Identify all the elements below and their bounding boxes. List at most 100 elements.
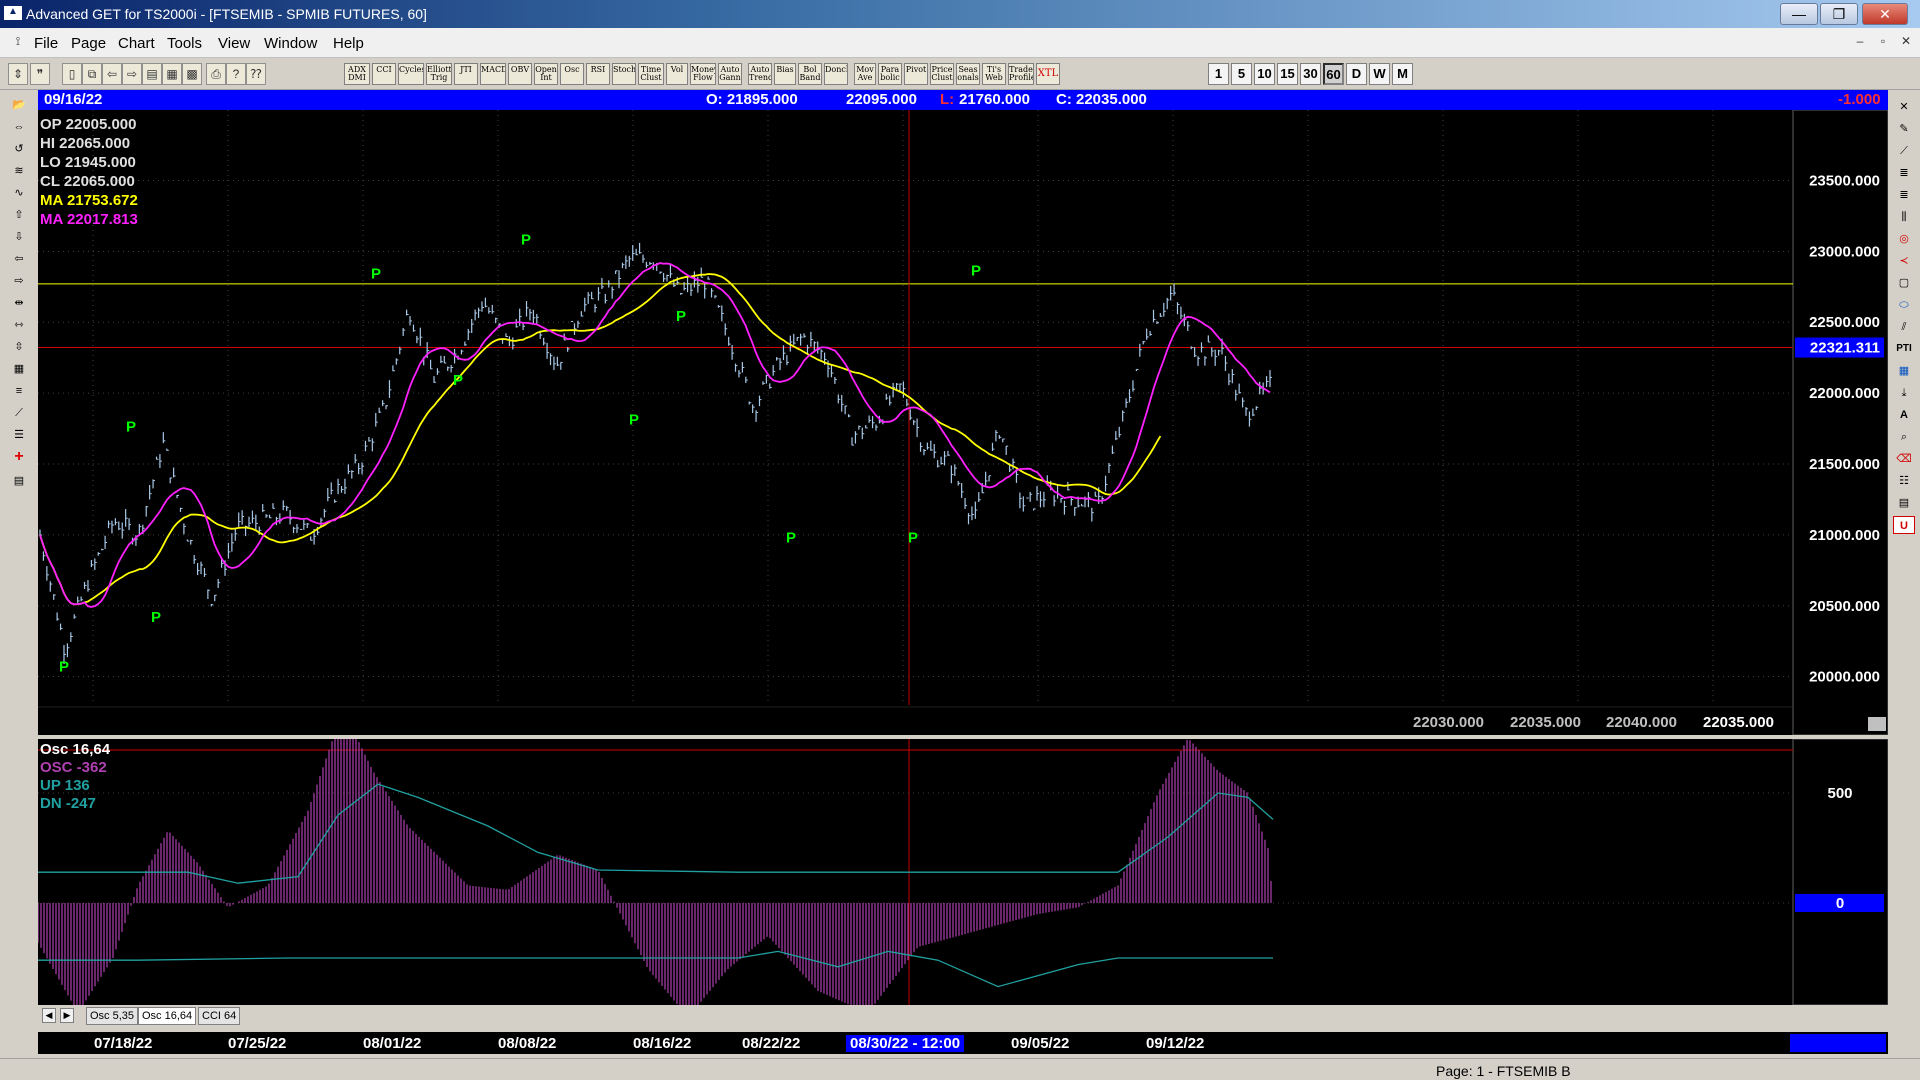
doc-icon[interactable]: ⟟ xyxy=(8,34,28,52)
study-button[interactable]: Bol Band xyxy=(798,63,822,85)
magnify-icon[interactable]: ⌕ xyxy=(1893,428,1915,446)
notes-icon[interactable]: ▤ xyxy=(6,472,32,490)
timeframe-button[interactable]: 60 xyxy=(1323,63,1344,85)
grid-icon[interactable]: ▦ xyxy=(162,63,182,85)
lines-icon[interactable]: ≡ xyxy=(6,382,32,400)
minimize-button[interactable]: — xyxy=(1780,3,1818,25)
scale-icon[interactable]: ⇳ xyxy=(6,338,32,356)
ellipse-icon[interactable]: ⬭ xyxy=(1893,296,1915,314)
study-button[interactable]: ADX DMI xyxy=(344,63,370,85)
menu-file[interactable]: File xyxy=(34,35,58,52)
menu-view[interactable]: View xyxy=(218,35,250,52)
menu-chart[interactable]: Chart xyxy=(118,35,155,52)
price-chart-pane[interactable]: 23500.000 23000.000 22500.000 22000.000 2150… xyxy=(38,109,1889,736)
timeframe-button[interactable]: W xyxy=(1369,63,1390,85)
back-icon[interactable]: ⇦ xyxy=(102,63,122,85)
study-button[interactable]: Auto Gann xyxy=(718,63,742,85)
study-button[interactable]: MACD xyxy=(480,63,506,85)
timeframe-button[interactable]: 15 xyxy=(1277,63,1298,85)
grid-draw-icon[interactable]: ▦ xyxy=(1893,362,1915,380)
elliott-icon[interactable]: ∿ xyxy=(6,184,32,202)
timeframe-button[interactable]: 1 xyxy=(1208,63,1229,85)
hint-icon[interactable]: ? xyxy=(226,63,246,85)
tab-osc-16-64[interactable]: Osc 16,64 xyxy=(138,1007,197,1025)
timeframe-button[interactable]: M xyxy=(1392,63,1413,85)
menu-help[interactable]: Help xyxy=(333,35,364,52)
oscillator-chart[interactable]: 5000-500 xyxy=(37,711,1889,1022)
study-button[interactable]: Open Int xyxy=(534,63,558,85)
timeframe-button[interactable]: D xyxy=(1346,63,1367,85)
study-button[interactable]: Cycles xyxy=(398,63,424,85)
mob-icon[interactable]: ⤓ xyxy=(1893,384,1915,402)
fan-icon[interactable]: ≺ xyxy=(1893,252,1915,270)
tab-scroll-left-icon[interactable]: ◀ xyxy=(42,1008,56,1023)
study-button[interactable]: Elliott Trig xyxy=(426,63,452,85)
study-button[interactable]: Trade Profile xyxy=(1008,63,1034,85)
expand-icon[interactable]: ⇿ xyxy=(6,316,32,334)
study-button[interactable]: Auto Trend xyxy=(748,63,772,85)
fib-retracement-icon[interactable]: ≣ xyxy=(1893,164,1915,182)
close-button[interactable]: ✕ xyxy=(1862,3,1908,25)
study-button[interactable]: Para bolic xyxy=(878,63,902,85)
timeframe-button[interactable]: 30 xyxy=(1300,63,1321,85)
grid-toggle-icon[interactable]: ▦ xyxy=(6,360,32,378)
study-button[interactable]: JTI xyxy=(454,63,478,85)
undo-icon[interactable]: U xyxy=(1893,516,1915,534)
mdi-close-icon[interactable]: ✕ xyxy=(1896,34,1916,52)
layout-icon[interactable]: ▤ xyxy=(142,63,162,85)
list-icon[interactable]: ☷ xyxy=(1893,472,1915,490)
box-icon[interactable]: ▢ xyxy=(1893,274,1915,292)
up-arrow-icon[interactable]: ⇧ xyxy=(6,206,32,224)
study-button[interactable]: Bias xyxy=(774,63,796,85)
report-icon[interactable]: ▤ xyxy=(1893,494,1915,512)
restore-button[interactable]: ❐ xyxy=(1820,3,1858,25)
study-button[interactable]: CCI xyxy=(372,63,396,85)
study-button[interactable]: Money Flow xyxy=(690,63,716,85)
trendline-icon[interactable]: ⟋ xyxy=(1893,142,1915,160)
menu-tools[interactable]: Tools xyxy=(167,35,202,52)
date-scroll-block[interactable] xyxy=(1790,1034,1886,1052)
fib-time-icon[interactable]: ⫼ xyxy=(1893,208,1915,226)
quote-icon[interactable]: ❞ xyxy=(30,63,50,85)
eraser-icon[interactable]: ⌫ xyxy=(1893,450,1915,468)
pointer-icon[interactable]: ⇕ xyxy=(8,63,28,85)
copy-icon[interactable]: ⧉ xyxy=(82,63,102,85)
study-button[interactable]: Seas onals xyxy=(956,63,980,85)
menu-window[interactable]: Window xyxy=(264,35,317,52)
pti-icon[interactable]: PTI xyxy=(1893,340,1915,358)
tile-icon[interactable]: ▩ xyxy=(182,63,202,85)
channel-icon[interactable]: ⫽ xyxy=(1893,318,1915,336)
compress-icon[interactable]: ⇹ xyxy=(6,294,32,312)
new-page-icon[interactable]: ▯ xyxy=(62,63,82,85)
study-button[interactable]: Stoch xyxy=(612,63,636,85)
forward-icon[interactable]: ⇨ xyxy=(122,63,142,85)
left-arrow-icon[interactable]: ⇦ xyxy=(6,250,32,268)
tab-scroll-right-icon[interactable]: ▶ xyxy=(60,1008,74,1023)
study-icon[interactable]: ≋ xyxy=(6,162,32,180)
text-tool-icon[interactable]: A xyxy=(1893,406,1915,424)
study-button[interactable]: Pivot xyxy=(904,63,928,85)
tab-osc-5-35[interactable]: Osc 5,35 xyxy=(86,1007,139,1025)
fib-extension-icon[interactable]: ≣ xyxy=(1893,186,1915,204)
study-button[interactable]: Ti's Web xyxy=(982,63,1006,85)
mdi-minimize-icon[interactable]: – xyxy=(1850,34,1870,52)
study-button[interactable]: XTL xyxy=(1036,63,1060,85)
study-button[interactable]: Price Clust xyxy=(930,63,954,85)
study-button[interactable]: RSI xyxy=(586,63,610,85)
study-button[interactable]: OBV xyxy=(508,63,532,85)
reset-icon[interactable]: ↺ xyxy=(6,140,32,158)
timeframe-button[interactable]: 10 xyxy=(1254,63,1275,85)
fib-icon[interactable]: ☰ xyxy=(6,426,32,444)
zoom-icon[interactable]: ⇔ xyxy=(6,118,32,136)
down-arrow-icon[interactable]: ⇩ xyxy=(6,228,32,246)
open-icon[interactable]: 📂 xyxy=(6,96,32,114)
oscillator-pane[interactable]: 5000-500 Osc 16,64 OSC -362 UP 136 DN -2… xyxy=(37,711,1889,1022)
tab-cci-64[interactable]: CCI 64 xyxy=(198,1007,241,1025)
study-button[interactable]: Vol xyxy=(666,63,688,85)
delete-icon[interactable]: ✕ xyxy=(1893,98,1915,116)
study-button[interactable]: Osc xyxy=(560,63,584,85)
print-icon[interactable]: ⎙ xyxy=(206,63,226,85)
pencil-icon[interactable]: ✎ xyxy=(1893,120,1915,138)
mdi-restore-icon[interactable]: ▫ xyxy=(1873,34,1893,52)
gann-icon[interactable]: ⟋ xyxy=(6,404,32,422)
